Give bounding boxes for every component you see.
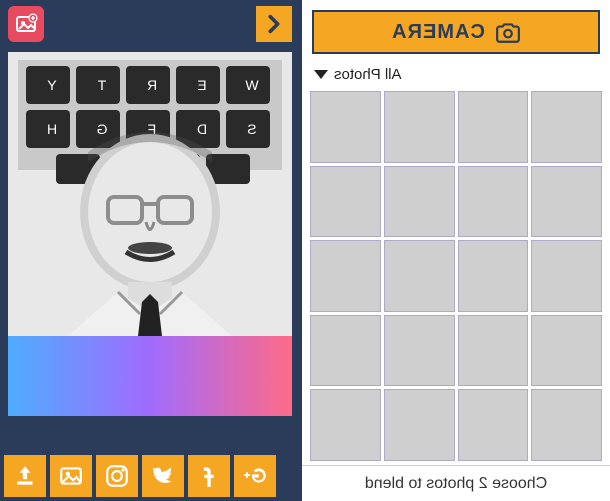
svg-text:T: T [97, 77, 106, 93]
photo-thumbnail[interactable] [310, 315, 381, 387]
photo-thumbnail[interactable] [458, 389, 529, 461]
upload-icon [12, 463, 38, 489]
photo-grid [302, 89, 610, 465]
svg-text:G: G [97, 121, 108, 137]
svg-text:D: D [197, 121, 207, 137]
dropdown-triangle-icon [314, 70, 328, 79]
twitter-icon [150, 463, 176, 489]
instagram-button[interactable] [96, 455, 138, 497]
photo-thumbnail[interactable] [531, 91, 602, 163]
photo-thumbnail[interactable] [384, 389, 455, 461]
photo-thumbnail[interactable] [458, 166, 529, 238]
add-photo-button[interactable] [8, 6, 44, 42]
svg-text:Y: Y [47, 77, 57, 93]
photo-thumbnail[interactable] [310, 166, 381, 238]
instagram-icon [104, 463, 130, 489]
photo-thumbnail[interactable] [384, 91, 455, 163]
svg-text:W: W [245, 77, 259, 93]
preview-panel: WERTY SDFGH [0, 0, 300, 501]
google-plus-button[interactable] [234, 455, 276, 497]
hint-bar: Choose 2 photos to blend [302, 465, 610, 501]
google-plus-icon [242, 463, 268, 489]
photo-thumbnail[interactable] [384, 315, 455, 387]
photo-thumbnail[interactable] [531, 166, 602, 238]
svg-text:S: S [247, 121, 256, 137]
twitter-button[interactable] [142, 455, 184, 497]
album-label: All Photos [334, 66, 402, 83]
camera-button-label: CAMERA [391, 21, 485, 44]
chevron-right-icon [263, 13, 285, 35]
photo-thumbnail[interactable] [531, 315, 602, 387]
photo-thumbnail[interactable] [531, 389, 602, 461]
facebook-icon [196, 463, 222, 489]
photo-thumbnail[interactable] [458, 315, 529, 387]
camera-button[interactable]: CAMERA [312, 10, 600, 54]
album-selector[interactable]: All Photos [302, 62, 610, 89]
share-bar [4, 455, 276, 497]
app-root: WERTY SDFGH [0, 0, 610, 501]
svg-text:R: R [147, 77, 157, 93]
photo-thumbnail[interactable] [384, 240, 455, 312]
next-button[interactable] [256, 6, 292, 42]
svg-text:H: H [47, 121, 57, 137]
photo-thumbnail[interactable] [458, 240, 529, 312]
gallery-button[interactable] [50, 455, 92, 497]
photo-thumbnail[interactable] [458, 91, 529, 163]
facebook-button[interactable] [188, 455, 230, 497]
blend-preview: WERTY SDFGH [8, 52, 292, 336]
gradient-strip [8, 336, 292, 416]
picker-panel: CAMERA All Photos [300, 0, 610, 501]
photo-thumbnail[interactable] [384, 166, 455, 238]
preview-image: WERTY SDFGH [8, 52, 292, 336]
photo-thumbnail[interactable] [531, 240, 602, 312]
gallery-icon [58, 463, 84, 489]
add-photo-icon [14, 12, 38, 36]
photo-thumbnail[interactable] [310, 389, 381, 461]
hint-text: Choose 2 photos to blend [365, 475, 547, 493]
upload-button[interactable] [4, 455, 46, 497]
photo-thumbnail[interactable] [310, 240, 381, 312]
camera-icon [495, 21, 521, 43]
photo-thumbnail[interactable] [310, 91, 381, 163]
svg-text:E: E [197, 77, 206, 93]
top-bar [0, 0, 300, 48]
